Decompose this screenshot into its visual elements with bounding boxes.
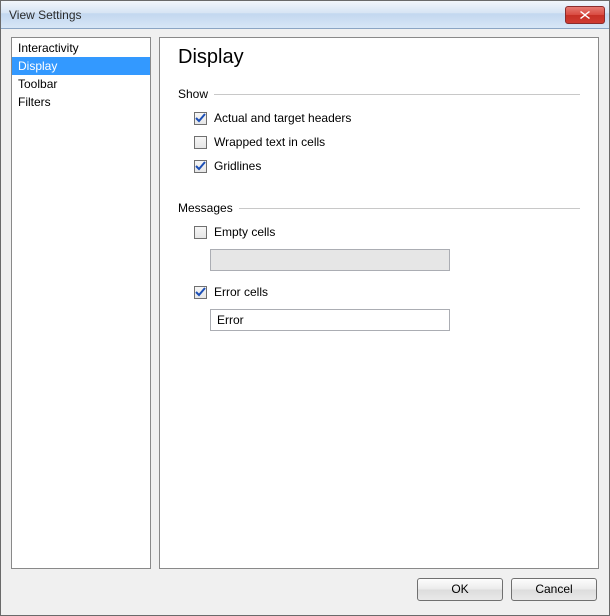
checkbox-empty-cells[interactable] [194,226,207,239]
sidebar-item-display[interactable]: Display [12,57,150,75]
window: View Settings Interactivity Display Tool… [0,0,610,616]
sidebar-item-toolbar[interactable]: Toolbar [12,75,150,93]
group-rule [214,94,580,95]
close-icon [580,11,590,19]
dialog-body: Interactivity Display Toolbar Filters Di… [1,29,609,615]
row-gridlines: Gridlines [194,159,580,173]
close-button[interactable] [565,6,605,24]
content-pane: Display Show Actual and target headers [159,37,599,569]
cancel-button[interactable]: Cancel [511,578,597,601]
input-error-cells[interactable] [210,309,450,331]
page-title: Display [178,46,580,69]
label-wrapped-text: Wrapped text in cells [214,135,325,149]
checkbox-wrapped-text[interactable] [194,136,207,149]
group-label-messages: Messages [178,201,233,215]
row-actual-target-headers: Actual and target headers [194,111,580,125]
group-rule [239,208,580,209]
field-error-cells [210,309,580,331]
label-actual-target-headers: Actual and target headers [214,111,351,125]
checkbox-gridlines[interactable] [194,160,207,173]
sidebar-item-filters[interactable]: Filters [12,93,150,111]
footer: OK Cancel [11,569,599,609]
row-wrapped-text: Wrapped text in cells [194,135,580,149]
titlebar: View Settings [1,1,609,29]
group-header-messages: Messages [178,201,580,215]
sidebar-item-interactivity[interactable]: Interactivity [12,39,150,57]
ok-button[interactable]: OK [417,578,503,601]
checkbox-actual-target-headers[interactable] [194,112,207,125]
label-gridlines: Gridlines [214,159,261,173]
group-header-show: Show [178,87,580,101]
row-error-cells: Error cells [194,285,580,299]
row-empty-cells: Empty cells [194,225,580,239]
group-label-show: Show [178,87,208,101]
input-empty-cells[interactable] [210,249,450,271]
sidebar: Interactivity Display Toolbar Filters [11,37,151,569]
window-title: View Settings [9,8,565,22]
checkbox-error-cells[interactable] [194,286,207,299]
field-empty-cells [210,249,580,271]
label-error-cells: Error cells [214,285,268,299]
label-empty-cells: Empty cells [214,225,275,239]
panes: Interactivity Display Toolbar Filters Di… [11,37,599,569]
